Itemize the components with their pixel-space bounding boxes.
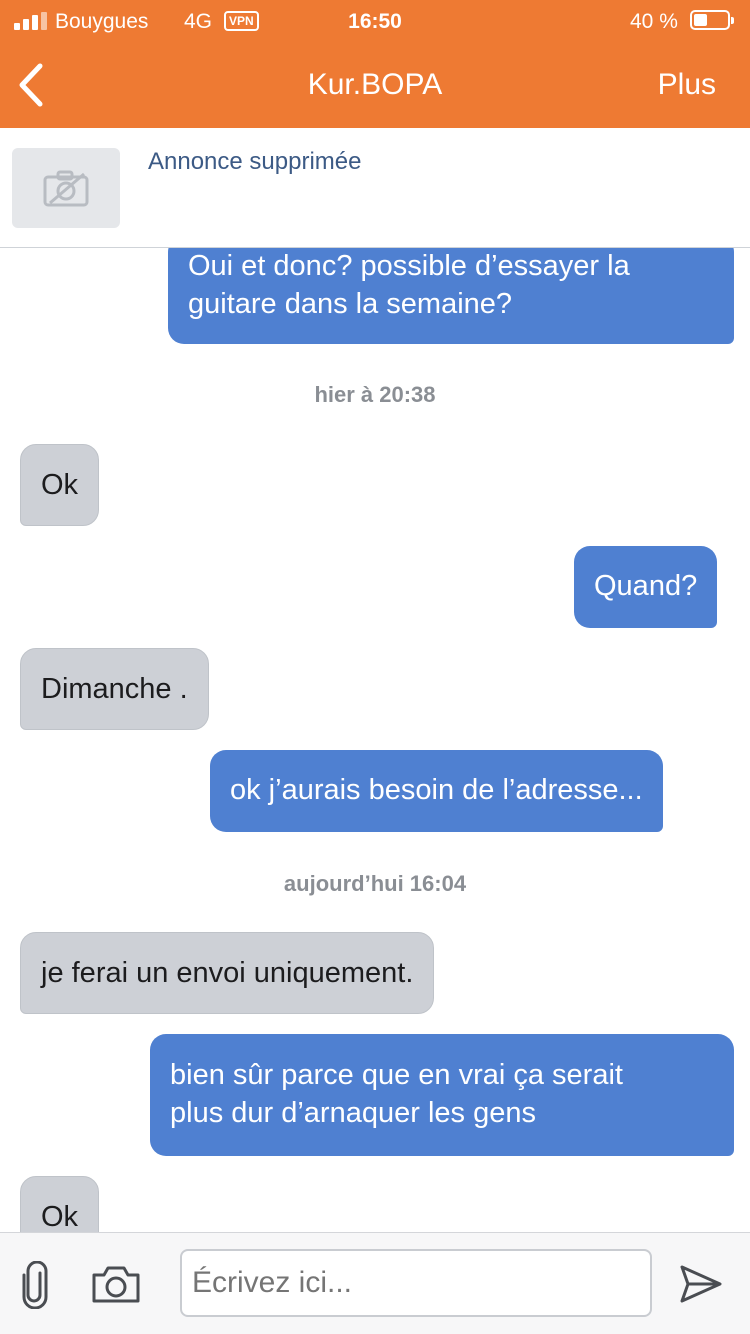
send-button[interactable]	[678, 1263, 724, 1310]
message-incoming[interactable]: Dimanche .	[20, 648, 209, 730]
attach-button[interactable]	[18, 1260, 52, 1314]
message-list[interactable]: Oui et donc? possible d’essayer la guita…	[0, 248, 750, 1232]
navigation-bar: Kur.BOPA Plus	[0, 42, 750, 128]
message-composer	[0, 1232, 750, 1334]
message-incoming[interactable]: Ok	[20, 1176, 100, 1232]
send-icon	[680, 1265, 722, 1303]
battery-fill	[694, 14, 707, 26]
conversation-title: Kur.BOPA	[307, 68, 443, 101]
top-bar: Bouygues 4G VPN 16:50 40 % Kur.BOPA Plus	[0, 0, 750, 128]
battery-icon	[690, 10, 734, 30]
more-button[interactable]: Plus	[658, 68, 716, 102]
timestamp: hier à 20:38	[314, 382, 436, 407]
battery-percentage: 40 %	[630, 10, 678, 33]
listing-thumbnail	[12, 148, 120, 228]
message-outgoing[interactable]: Oui et donc? possible d’essayer la guita…	[168, 248, 734, 344]
camera-button[interactable]	[90, 1263, 142, 1310]
listing-title: Annonce supprimée	[148, 148, 362, 175]
message-input[interactable]	[180, 1249, 652, 1317]
listing-header[interactable]: Annonce supprimée	[0, 128, 750, 248]
status-bar: Bouygues 4G VPN 16:50 40 %	[0, 0, 750, 42]
timestamp: aujourd’hui 16:04	[283, 871, 467, 896]
message-incoming[interactable]: Ok	[20, 444, 100, 526]
paperclip-icon	[22, 1260, 48, 1310]
message-outgoing[interactable]: bien sûr parce que en vrai ça serait plu…	[150, 1034, 734, 1156]
message-outgoing[interactable]: Quand?	[574, 546, 718, 628]
camera-icon	[92, 1266, 140, 1303]
no-photo-icon	[43, 170, 89, 207]
message-incoming[interactable]: je ferai un envoi uniquement.	[20, 932, 435, 1014]
message-outgoing[interactable]: ok j’aurais besoin de l’adresse...	[210, 750, 663, 832]
